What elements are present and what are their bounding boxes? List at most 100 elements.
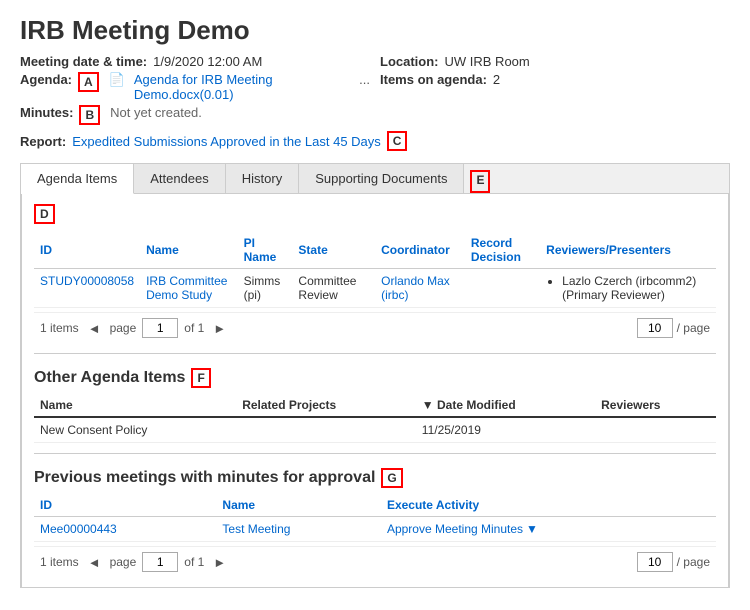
prev-col-name: Name	[216, 494, 381, 517]
study-name-link[interactable]: IRB Committee Demo Study	[146, 274, 227, 302]
study-id-link[interactable]: STUDY00008058	[40, 274, 134, 288]
agenda-file-link[interactable]: Agenda for IRB Meeting Demo.docx(0.01)	[134, 72, 349, 102]
agenda-count: 1 items ◄ page of 1 ►	[40, 318, 229, 338]
page-input[interactable]	[142, 318, 178, 338]
tab-history[interactable]: History	[226, 164, 299, 193]
meeting-date-row: Meeting date & time: 1/9/2020 12:00 AM	[20, 54, 370, 69]
prev-prev-page-btn[interactable]: ◄	[85, 555, 104, 570]
agenda-items-count: 1 items	[40, 321, 79, 335]
prev-meetings-table: ID Name Execute Activity Mee00000443 Tes…	[34, 494, 716, 542]
agenda-label: Agenda:	[20, 72, 72, 87]
items-on-agenda-value: 2	[493, 72, 500, 87]
table-row: STUDY00008058 IRB Committee Demo Study S…	[34, 269, 716, 308]
other-col-related: Related Projects	[236, 394, 416, 417]
page-title: IRB Meeting Demo	[20, 15, 730, 46]
report-row: Report: Expedited Submissions Approved i…	[20, 131, 730, 151]
report-link[interactable]: Expedited Submissions Approved in the La…	[72, 134, 381, 149]
file-icon: 📄	[109, 72, 125, 88]
agenda-annotation-box: A	[78, 72, 99, 92]
prev-cell-name: Test Meeting	[216, 517, 381, 542]
divider-2	[34, 453, 716, 454]
prev-page-btn[interactable]: ◄	[85, 321, 104, 336]
prev-cell-execute: Approve Meeting Minutes ▼	[381, 517, 716, 542]
approve-meeting-minutes-btn[interactable]: Approve Meeting Minutes ▼	[387, 522, 538, 536]
prev-per-page-input[interactable]	[637, 552, 673, 572]
prev-meetings-title: Previous meetings with minutes for appro…	[34, 468, 716, 488]
col-pi-name: PI Name	[238, 232, 293, 269]
approve-label: Approve Meeting Minutes	[387, 522, 523, 536]
col-coordinator: Coordinator	[375, 232, 465, 269]
other-agenda-table: Name Related Projects ▼ Date Modified Re…	[34, 394, 716, 443]
next-page-btn[interactable]: ►	[210, 321, 229, 336]
other-agenda-label: Other Agenda Items	[34, 369, 185, 387]
meeting-name-link[interactable]: Test Meeting	[222, 522, 290, 536]
prev-pagination: 1 items ◄ page of 1 ► / page	[34, 546, 716, 577]
per-page-label: / page	[677, 321, 710, 335]
prev-page-label: page	[110, 555, 137, 569]
prev-meetings-annotation-box: G	[381, 468, 402, 488]
cell-record-decision	[465, 269, 540, 308]
agenda-per-page: / page	[637, 318, 710, 338]
minutes-value: Not yet created.	[110, 105, 202, 120]
tabs-annotation-box: E	[470, 170, 490, 193]
tab-supporting-documents[interactable]: Supporting Documents	[299, 164, 464, 193]
reviewer-item: Lazlo Czerch (irbcomm2) (Primary Reviewe…	[562, 274, 710, 302]
other-cell-reviewers	[595, 417, 716, 443]
other-col-reviewers: Reviewers	[595, 394, 716, 417]
agenda-pagination: 1 items ◄ page of 1 ► / page	[34, 312, 716, 343]
agenda-more-dots[interactable]: ...	[359, 72, 370, 87]
other-table-header-row: Name Related Projects ▼ Date Modified Re…	[34, 394, 716, 417]
prev-count: 1 items ◄ page of 1 ►	[40, 552, 229, 572]
agenda-items-annotation-area: D	[34, 204, 716, 224]
location-value: UW IRB Room	[445, 54, 530, 69]
other-cell-date: 11/25/2019	[416, 417, 595, 443]
prev-col-id: ID	[34, 494, 216, 517]
cell-state: Committee Review	[292, 269, 375, 308]
prev-next-page-btn[interactable]: ►	[210, 555, 229, 570]
other-cell-related	[236, 417, 416, 443]
prev-col-execute: Execute Activity	[381, 494, 716, 517]
coordinator-link[interactable]: Orlando Max (irbc)	[381, 274, 450, 302]
items-on-agenda-row: Items on agenda: 2	[380, 72, 730, 102]
cell-id: STUDY00008058	[34, 269, 140, 308]
minutes-row: Minutes: B Not yet created.	[20, 105, 370, 125]
col-record-decision: Record Decision	[465, 232, 540, 269]
other-agenda-title: Other Agenda Items F	[34, 368, 716, 388]
col-state: State	[292, 232, 375, 269]
prev-page-input[interactable]	[142, 552, 178, 572]
other-col-name: Name	[34, 394, 236, 417]
report-label: Report:	[20, 134, 66, 149]
tab-agenda-items[interactable]: Agenda Items	[21, 164, 134, 194]
other-agenda-annotation-box: F	[191, 368, 210, 388]
other-cell-name: New Consent Policy	[34, 417, 236, 443]
meeting-date-value: 1/9/2020 12:00 AM	[153, 54, 262, 69]
page-label: page	[110, 321, 137, 335]
prev-page-of: of 1	[184, 555, 204, 569]
agenda-items-table: ID Name PI Name State Coordinator Record…	[34, 232, 716, 308]
location-row: Location: UW IRB Room	[380, 54, 730, 69]
tabs-header: Agenda Items Attendees History Supportin…	[21, 164, 729, 194]
other-col-date: ▼ Date Modified	[416, 394, 595, 417]
minutes-annotation-box: B	[79, 105, 100, 125]
col-id: ID	[34, 232, 140, 269]
tabs-container: Agenda Items Attendees History Supportin…	[20, 163, 730, 588]
prev-cell-id: Mee00000443	[34, 517, 216, 542]
table-row: New Consent Policy 11/25/2019	[34, 417, 716, 443]
report-annotation-box: C	[387, 131, 408, 151]
minutes-label: Minutes:	[20, 105, 73, 120]
col-reviewers: Reviewers/Presenters	[540, 232, 716, 269]
col-name: Name	[140, 232, 238, 269]
prev-table-header-row: ID Name Execute Activity	[34, 494, 716, 517]
location-label: Location:	[380, 54, 439, 69]
per-page-input[interactable]	[637, 318, 673, 338]
agenda-row: Agenda: A 📄 Agenda for IRB Meeting Demo.…	[20, 72, 370, 102]
cell-name: IRB Committee Demo Study	[140, 269, 238, 308]
tab-content: D ID Name PI Name State Coordinator Reco…	[21, 194, 729, 588]
agenda-items-annotation-box: D	[34, 204, 55, 224]
tab-attendees[interactable]: Attendees	[134, 164, 226, 193]
items-on-agenda-label: Items on agenda:	[380, 72, 487, 87]
agenda-table-header-row: ID Name PI Name State Coordinator Record…	[34, 232, 716, 269]
meeting-id-link[interactable]: Mee00000443	[40, 522, 117, 536]
prev-meetings-label: Previous meetings with minutes for appro…	[34, 469, 375, 487]
prev-per-page: / page	[637, 552, 710, 572]
